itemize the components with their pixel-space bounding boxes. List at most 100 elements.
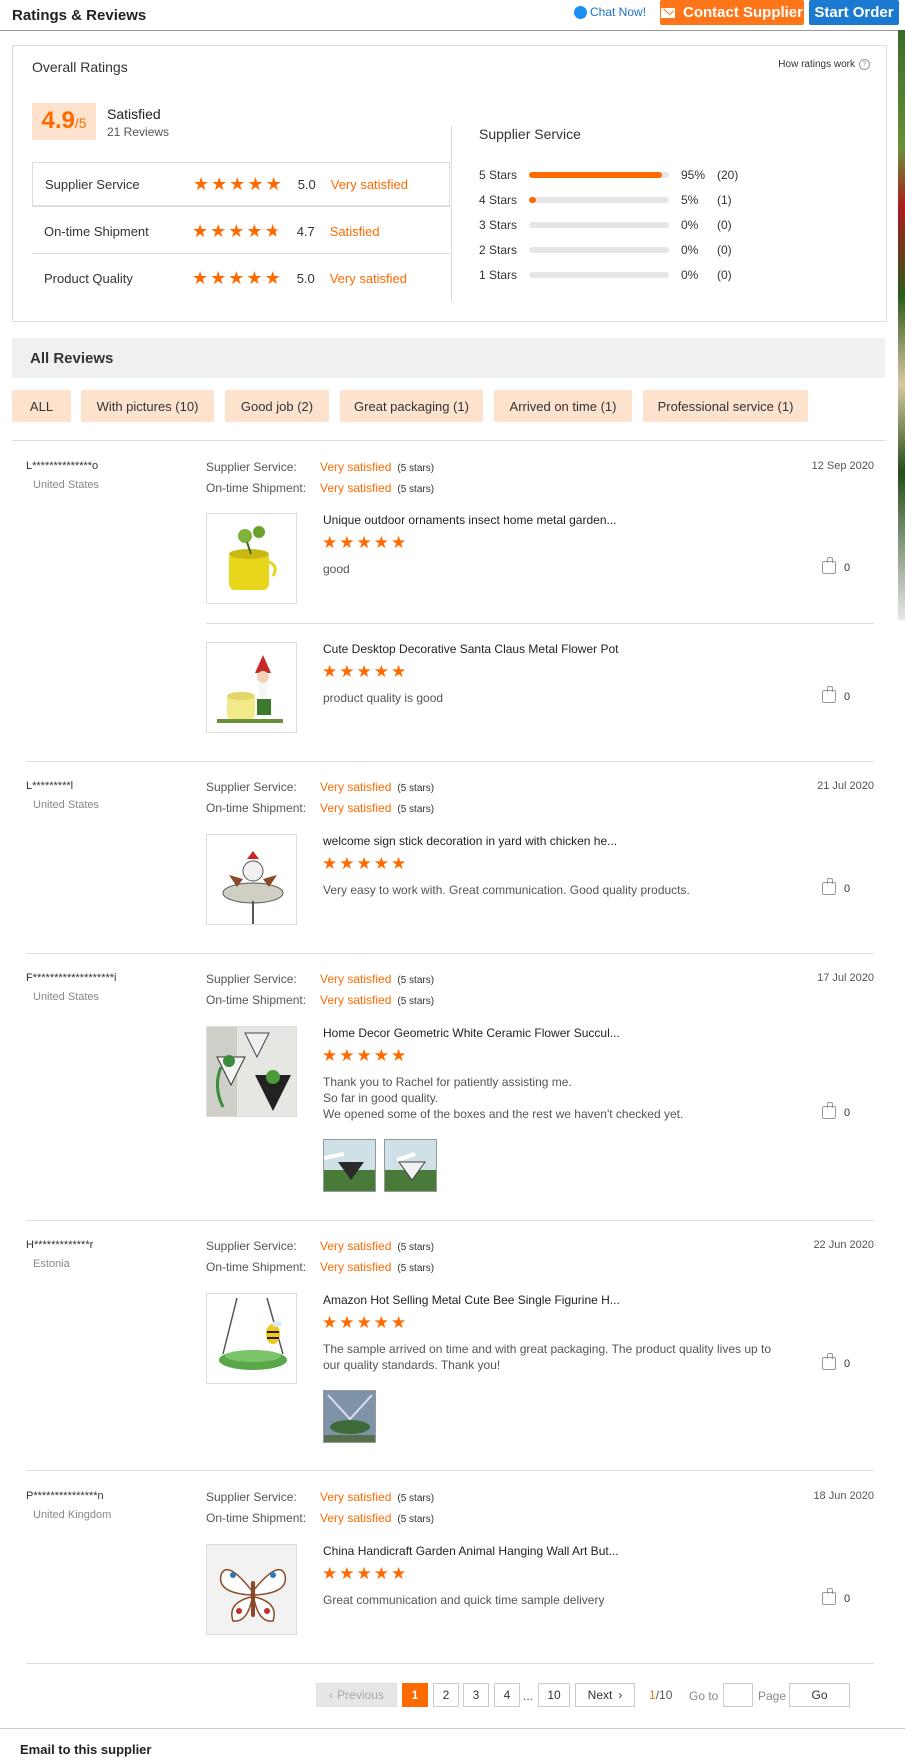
breakdown-row: 4 Stars 5% (1): [479, 190, 859, 210]
star-icon: ★: [373, 533, 389, 552]
criterion-value: 5.0: [297, 176, 316, 192]
product-thumbnail[interactable]: [206, 642, 297, 733]
star-icon: ★: [322, 1564, 338, 1583]
page-title: Ratings & Reviews: [12, 7, 147, 24]
like-button[interactable]: 0: [822, 878, 850, 895]
help-icon: ?: [859, 59, 870, 70]
page-10-button[interactable]: 10: [538, 1683, 570, 1707]
filter-professional-service[interactable]: Professional service (1): [643, 390, 808, 422]
filter-with-pictures[interactable]: With pictures (10): [81, 390, 214, 422]
product-thumbnail[interactable]: [206, 834, 297, 925]
criterion-row: Product Quality ★ ★ ★ ★ ★ 5.0 Very satisfied: [32, 256, 450, 300]
ontime-shipment-label: On-time Shipment:: [206, 1511, 307, 1525]
email-supplier-title: Email to this supplier: [20, 1742, 152, 1757]
breakdown-percent: 95%: [681, 168, 706, 182]
page-2-button[interactable]: 2: [433, 1683, 459, 1707]
overall-ratings-panel: Overall Ratings How ratings work ? 4.9 /…: [12, 45, 887, 322]
supplier-service-value: Very satisfied (5 stars): [320, 972, 434, 986]
contact-supplier-button[interactable]: Contact Supplier: [660, 0, 804, 25]
filter-all[interactable]: ALL: [12, 390, 71, 422]
criterion-stars: ★ ★ ★ ★ ★: [193, 175, 282, 193]
thumbs-up-icon: [822, 878, 836, 895]
breakdown-percent: 0%: [681, 243, 699, 257]
star-icon: ★: [356, 1313, 372, 1332]
page-1-button[interactable]: 1: [402, 1683, 428, 1707]
star-icon: ★: [391, 533, 407, 552]
breakdown-row: 3 Stars 0% (0): [479, 215, 859, 235]
start-order-button[interactable]: Start Order: [809, 0, 899, 25]
divider: [26, 761, 874, 762]
breakdown-title: Supplier Service: [479, 126, 581, 142]
supplier-service-value: Very satisfied (5 stars): [320, 1239, 434, 1253]
rating-text: Very satisfied: [320, 1260, 392, 1274]
page-4-button[interactable]: 4: [494, 1683, 520, 1707]
review-date: 21 Jul 2020: [817, 780, 874, 792]
how-ratings-work-link[interactable]: How ratings work ?: [778, 59, 870, 70]
product-title[interactable]: Home Decor Geometric White Ceramic Flowe…: [323, 1026, 620, 1040]
product-thumbnail[interactable]: [206, 1293, 297, 1384]
review-date: 18 Jun 2020: [813, 1490, 874, 1502]
supplier-service-label: Supplier Service:: [206, 460, 297, 474]
score-suffix: /5: [74, 115, 87, 131]
page-label: Page: [758, 1689, 787, 1703]
product-title[interactable]: Cute Desktop Decorative Santa Claus Meta…: [323, 642, 618, 656]
product-title[interactable]: China Handicraft Garden Animal Hanging W…: [323, 1544, 619, 1558]
like-button[interactable]: 0: [822, 1588, 850, 1605]
product-thumbnail[interactable]: [206, 1026, 297, 1117]
product-title[interactable]: Amazon Hot Selling Metal Cute Bee Single…: [323, 1293, 620, 1307]
review-photo[interactable]: [323, 1390, 376, 1443]
page-indicator: 1/10: [649, 1688, 672, 1702]
criterion-desc: Very satisfied: [329, 270, 408, 286]
previous-page-button[interactable]: ‹ Previous: [316, 1683, 397, 1707]
rating-stars-text: (5 stars): [397, 996, 435, 1007]
star-icon: ★: [339, 1564, 355, 1583]
product-thumbnail[interactable]: [206, 513, 297, 604]
ontime-shipment-value: Very satisfied (5 stars): [320, 993, 434, 1007]
product-title[interactable]: welcome sign stick decoration in yard wi…: [323, 834, 617, 848]
star-icon: ★: [229, 174, 246, 194]
filter-good-job[interactable]: Good job (2): [225, 390, 329, 422]
filter-great-packaging[interactable]: Great packaging (1): [340, 390, 483, 422]
star-icon: ★: [247, 174, 264, 194]
like-button[interactable]: 0: [822, 557, 850, 574]
overall-ratings-heading: Overall Ratings: [32, 59, 128, 75]
goto-page-input[interactable]: [723, 1683, 753, 1707]
star-icon: ★: [356, 1564, 372, 1583]
star-icon: ★: [391, 1313, 407, 1332]
review-photo[interactable]: [323, 1139, 376, 1192]
star-icon: ★: [339, 662, 355, 681]
breakdown-bar-fill: [529, 172, 662, 178]
rating-text: Very satisfied: [320, 780, 392, 794]
like-button[interactable]: 0: [822, 686, 850, 703]
product-thumbnail[interactable]: [206, 1544, 297, 1635]
contact-supplier-label: Contact Supplier: [682, 4, 803, 21]
ontime-shipment-label: On-time Shipment:: [206, 1260, 307, 1274]
filter-arrived-on-time[interactable]: Arrived on time (1): [494, 390, 632, 422]
criterion-label: Product Quality: [44, 270, 133, 286]
ontime-shipment-label: On-time Shipment:: [206, 481, 307, 495]
star-icon: ★: [322, 662, 338, 681]
star-icon: ★: [339, 533, 355, 552]
rating-stars-text: (5 stars): [397, 975, 435, 986]
criterion-stars: ★ ★ ★ ★ ★: [192, 269, 281, 287]
product-title[interactable]: Unique outdoor ornaments insect home met…: [323, 513, 617, 527]
go-button[interactable]: Go: [789, 1683, 850, 1707]
review-photo[interactable]: [384, 1139, 437, 1192]
star-icon: ★: [339, 1046, 355, 1065]
like-button[interactable]: 0: [822, 1353, 850, 1370]
divider: [26, 1220, 874, 1221]
page-3-button[interactable]: 3: [463, 1683, 489, 1707]
review-comment: product quality is good: [323, 691, 444, 705]
review-comment: Thank you to Rachel for patiently assist…: [323, 1074, 773, 1122]
criterion-label: Supplier Service: [45, 176, 140, 192]
chat-now-link[interactable]: Chat Now!: [574, 5, 646, 19]
criterion-value: 4.7: [296, 223, 315, 239]
review-comment: Great communication and quick time sampl…: [323, 1593, 605, 1607]
star-icon: ★: [246, 268, 263, 288]
breakdown-percent: 0%: [681, 218, 699, 232]
breakdown-row: 1 Stars 0% (0): [479, 265, 859, 285]
next-page-button[interactable]: Next ›: [575, 1683, 635, 1707]
breakdown-bar-fill: [529, 197, 536, 203]
like-button[interactable]: 0: [822, 1102, 850, 1119]
rating-stars-text: (5 stars): [397, 1263, 435, 1274]
